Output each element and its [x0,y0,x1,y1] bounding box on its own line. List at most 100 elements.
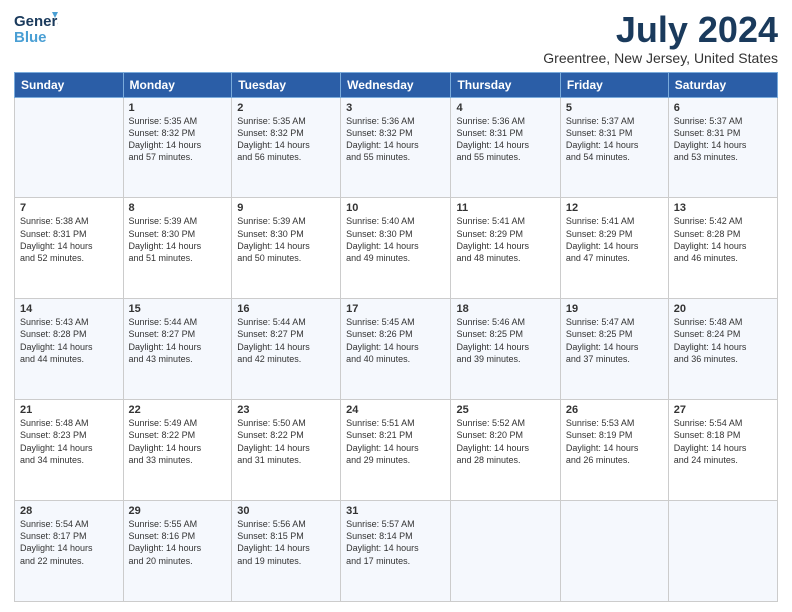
day-header-thursday: Thursday [451,72,560,97]
day-info: Sunrise: 5:35 AMSunset: 8:32 PMDaylight:… [237,116,310,162]
day-number: 2 [237,102,335,114]
day-number: 27 [674,404,772,416]
calendar-cell: 26Sunrise: 5:53 AMSunset: 8:19 PMDayligh… [560,400,668,501]
day-info: Sunrise: 5:52 AMSunset: 8:20 PMDaylight:… [456,418,529,464]
day-info: Sunrise: 5:40 AMSunset: 8:30 PMDaylight:… [346,216,419,262]
page: General Blue July 2024 Greentree, New Je… [0,0,792,612]
calendar-cell: 23 Sunrise: 5:50 AMSunset: 8:22 PMDayligh… [232,400,341,501]
calendar-cell: 3Sunrise: 5:36 AMSunset: 8:32 PMDaylight… [341,97,451,198]
calendar-cell: 15 Sunrise: 5:44 AMSunset: 8:27 PMDayligh… [123,299,232,400]
calendar-cell [560,501,668,602]
day-number: 26 [566,404,663,416]
day-number: 17 [346,303,445,315]
calendar-cell: 14Sunrise: 5:43 AMSunset: 8:28 PMDayligh… [15,299,124,400]
svg-text:Blue: Blue [14,29,47,46]
day-info: Sunrise: 5:54 AMSunset: 8:18 PMDaylight:… [674,418,747,464]
day-info: Sunrise: 5:41 AMSunset: 8:29 PMDaylight:… [566,216,639,262]
day-info: Sunrise: 5:47 AMSunset: 8:25 PMDaylight:… [566,317,639,363]
day-info: Sunrise: 5:57 AMSunset: 8:14 PMDaylight:… [346,519,419,565]
day-info: Sunrise: 5:48 AMSunset: 8:24 PMDaylight:… [674,317,747,363]
day-info: Sunrise: 5:55 AMSunset: 8:16 PMDaylight:… [129,519,202,565]
day-header-wednesday: Wednesday [341,72,451,97]
week-row-5: 28 Sunrise: 5:54 AMSunset: 8:17 PMDayligh… [15,501,778,602]
calendar-header-row: SundayMondayTuesdayWednesdayThursdayFrid… [15,72,778,97]
title-block: July 2024 Greentree, New Jersey, United … [543,10,778,66]
day-info: Sunrise: 5:38 AMSunset: 8:31 PMDaylight:… [20,216,93,262]
day-info: Sunrise: 5:36 AMSunset: 8:32 PMDaylight:… [346,116,419,162]
day-number: 8 [129,202,227,214]
day-info: Sunrise: 5:45 AMSunset: 8:26 PMDaylight:… [346,317,419,363]
day-info: Sunrise: 5:56 AMSunset: 8:15 PMDaylight:… [237,519,310,565]
day-number: 9 [237,202,335,214]
day-info: Sunrise: 5:35 AMSunset: 8:32 PMDaylight:… [129,116,202,162]
day-info: Sunrise: 5:39 AMSunset: 8:30 PMDaylight:… [129,216,202,262]
week-row-1: 1 Sunrise: 5:35 AMSunset: 8:32 PMDaylight… [15,97,778,198]
calendar-cell: 1 Sunrise: 5:35 AMSunset: 8:32 PMDaylight… [123,97,232,198]
header: General Blue July 2024 Greentree, New Je… [14,10,778,66]
day-info: Sunrise: 5:54 AMSunset: 8:17 PMDaylight:… [20,519,93,565]
day-number: 30 [237,505,335,517]
day-info: Sunrise: 5:51 AMSunset: 8:21 PMDaylight:… [346,418,419,464]
week-row-3: 14Sunrise: 5:43 AMSunset: 8:28 PMDayligh… [15,299,778,400]
day-number: 19 [566,303,663,315]
day-header-tuesday: Tuesday [232,72,341,97]
day-info: Sunrise: 5:44 AMSunset: 8:27 PMDaylight:… [237,317,310,363]
day-number: 15 [129,303,227,315]
day-number: 5 [566,102,663,114]
week-row-2: 7Sunrise: 5:38 AMSunset: 8:31 PMDaylight… [15,198,778,299]
calendar-cell: 19 Sunrise: 5:47 AMSunset: 8:25 PMDayligh… [560,299,668,400]
calendar-cell: 29Sunrise: 5:55 AMSunset: 8:16 PMDayligh… [123,501,232,602]
day-info: Sunrise: 5:48 AMSunset: 8:23 PMDaylight:… [20,418,93,464]
calendar-cell [15,97,124,198]
calendar-cell: 21 Sunrise: 5:48 AMSunset: 8:23 PMDayligh… [15,400,124,501]
calendar-cell: 24 Sunrise: 5:51 AMSunset: 8:21 PMDayligh… [341,400,451,501]
calendar-cell: 2 Sunrise: 5:35 AMSunset: 8:32 PMDaylight… [232,97,341,198]
day-number: 4 [456,102,554,114]
calendar-cell: 11 Sunrise: 5:41 AMSunset: 8:29 PMDayligh… [451,198,560,299]
calendar-cell: 12 Sunrise: 5:41 AMSunset: 8:29 PMDayligh… [560,198,668,299]
day-info: Sunrise: 5:49 AMSunset: 8:22 PMDaylight:… [129,418,202,464]
day-number: 18 [456,303,554,315]
day-number: 22 [129,404,227,416]
day-info: Sunrise: 5:44 AMSunset: 8:27 PMDaylight:… [129,317,202,363]
day-info: Sunrise: 5:37 AMSunset: 8:31 PMDaylight:… [674,116,747,162]
calendar-cell: 27 Sunrise: 5:54 AMSunset: 8:18 PMDayligh… [668,400,777,501]
day-number: 21 [20,404,118,416]
day-number: 28 [20,505,118,517]
calendar-cell: 7Sunrise: 5:38 AMSunset: 8:31 PMDaylight… [15,198,124,299]
day-info: Sunrise: 5:41 AMSunset: 8:29 PMDaylight:… [456,216,529,262]
day-info: Sunrise: 5:46 AMSunset: 8:25 PMDaylight:… [456,317,529,363]
day-number: 24 [346,404,445,416]
calendar-cell: 18 Sunrise: 5:46 AMSunset: 8:25 PMDayligh… [451,299,560,400]
day-number: 25 [456,404,554,416]
calendar-cell: 22 Sunrise: 5:49 AMSunset: 8:22 PMDayligh… [123,400,232,501]
calendar-cell: 10 Sunrise: 5:40 AMSunset: 8:30 PMDayligh… [341,198,451,299]
calendar-cell: 28 Sunrise: 5:54 AMSunset: 8:17 PMDayligh… [15,501,124,602]
calendar-cell: 13Sunrise: 5:42 AMSunset: 8:28 PMDayligh… [668,198,777,299]
day-number: 14 [20,303,118,315]
day-number: 23 [237,404,335,416]
day-info: Sunrise: 5:50 AMSunset: 8:22 PMDaylight:… [237,418,310,464]
day-number: 1 [129,102,227,114]
calendar-cell: 5Sunrise: 5:37 AMSunset: 8:31 PMDaylight… [560,97,668,198]
main-title: July 2024 [543,10,778,50]
day-info: Sunrise: 5:39 AMSunset: 8:30 PMDaylight:… [237,216,310,262]
day-number: 11 [456,202,554,214]
calendar-table: SundayMondayTuesdayWednesdayThursdayFrid… [14,72,778,602]
day-number: 10 [346,202,445,214]
calendar-cell [451,501,560,602]
day-header-sunday: Sunday [15,72,124,97]
calendar-cell: 9 Sunrise: 5:39 AMSunset: 8:30 PMDaylight… [232,198,341,299]
calendar-cell: 30 Sunrise: 5:56 AMSunset: 8:15 PMDayligh… [232,501,341,602]
calendar-cell: 4Sunrise: 5:36 AMSunset: 8:31 PMDaylight… [451,97,560,198]
svg-text:General: General [14,13,58,30]
week-row-4: 21 Sunrise: 5:48 AMSunset: 8:23 PMDayligh… [15,400,778,501]
calendar-cell: 8 Sunrise: 5:39 AMSunset: 8:30 PMDaylight… [123,198,232,299]
day-number: 20 [674,303,772,315]
day-header-friday: Friday [560,72,668,97]
calendar-cell: 17 Sunrise: 5:45 AMSunset: 8:26 PMDayligh… [341,299,451,400]
day-number: 12 [566,202,663,214]
day-info: Sunrise: 5:42 AMSunset: 8:28 PMDaylight:… [674,216,747,262]
logo: General Blue [14,10,58,48]
day-number: 31 [346,505,445,517]
